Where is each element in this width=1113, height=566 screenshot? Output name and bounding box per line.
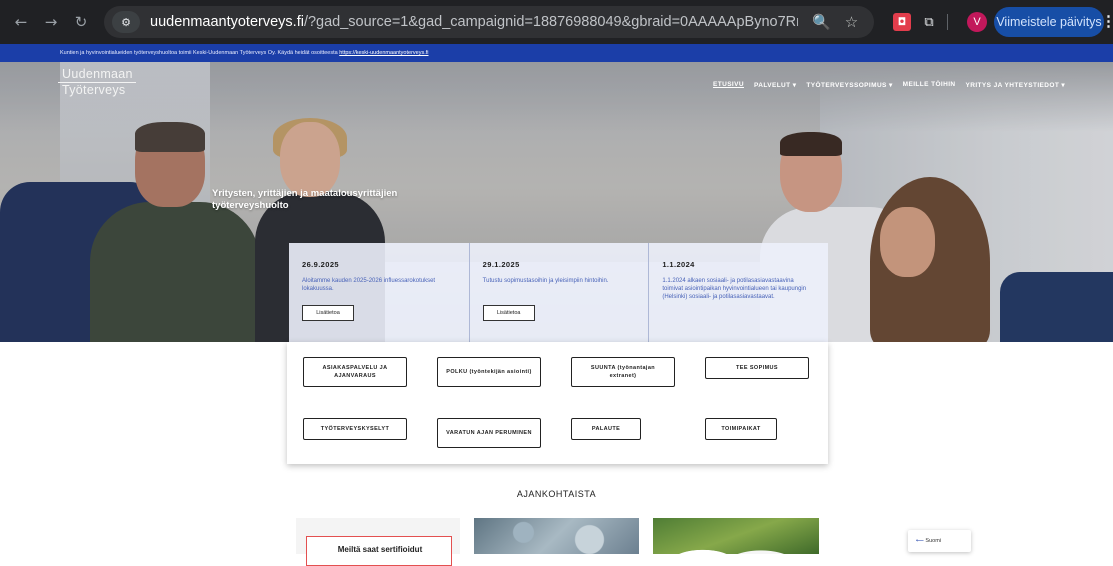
- notice-bar: Kuntien ja hyvinvointialueiden työtervey…: [0, 44, 1113, 62]
- news-text: 1.1.2024 alkaen sosiaali- ja potilasasia…: [662, 278, 807, 300]
- nav-item-palvelut[interactable]: PALVELUT ▾: [754, 81, 796, 89]
- language-selector[interactable]: ⟵ Suomi: [908, 530, 971, 552]
- url-host: uudenmaantyoterveys.fi: [150, 14, 304, 30]
- forward-icon[interactable]: →: [36, 13, 66, 31]
- service-links-panel: ASIAKASPALVELU JA AJANVARAUS POLKU (työn…: [287, 342, 828, 464]
- toimipaikat-button[interactable]: TOIMIPAIKAT: [705, 418, 777, 440]
- section-title: AJANKOHTAISTA: [516, 489, 597, 499]
- news-more-button[interactable]: Lisätietoa: [302, 305, 354, 321]
- pocket-extension-icon[interactable]: ◘: [893, 13, 911, 31]
- news-text: Aloitamme kauden 2025-2026 influessaroko…: [302, 278, 436, 292]
- tile-certified-text: Meiltä saat sertifioidut: [337, 545, 423, 554]
- suunta-button[interactable]: SUUNTA (työnantajan extranet): [571, 357, 675, 387]
- news-panel: 26.9.2025 Aloitamme kauden 2025-2026 inf…: [289, 243, 828, 342]
- tile-certified-box: Meiltä saat sertifioidut: [306, 536, 452, 566]
- extensions-puzzle-icon[interactable]: ⧉: [920, 13, 938, 31]
- back-icon[interactable]: ←: [6, 13, 36, 31]
- news-card: 26.9.2025 Aloitamme kauden 2025-2026 inf…: [289, 243, 469, 342]
- tile-certified[interactable]: Meiltä saat sertifioidut: [296, 518, 460, 566]
- url-path: /?gad_source=1&gad_campaignid=1887698804…: [303, 14, 798, 30]
- nav-item-tyoterveyssopimus[interactable]: TYÖTERVEYSSOPIMUS ▾: [806, 81, 892, 89]
- tee-sopimus-button[interactable]: TEE SOPIMUS: [705, 357, 809, 379]
- notice-text: Kuntien ja hyvinvointialueiden työtervey…: [60, 50, 340, 56]
- url-text[interactable]: uudenmaantyoterveys.fi/?gad_source=1&gad…: [150, 14, 798, 30]
- browser-toolbar: ← → ↻ ⚙ uudenmaantyoterveys.fi/?gad_sour…: [0, 0, 1113, 44]
- bookmark-star-icon[interactable]: ☆: [845, 13, 858, 31]
- reload-icon[interactable]: ↻: [66, 13, 96, 31]
- browser-menu-icon[interactable]: ⋮: [1101, 12, 1113, 30]
- tyoterveyskyselyt-button[interactable]: TYÖTERVEYSKYSELYT: [303, 418, 407, 440]
- news-card: 1.1.2024 1.1.2024 alkaen sosiaali- ja po…: [648, 243, 828, 342]
- language-label: Suomi: [925, 538, 942, 544]
- news-date: 1.1.2024: [662, 260, 695, 269]
- tile-image-daisy[interactable]: [653, 518, 819, 554]
- news-text: Tutustu sopimustasoihin ja yleisimpiin h…: [482, 278, 609, 284]
- main-navigation: ETUSIVU PALVELUT ▾ TYÖTERVEYSSOPIMUS ▾ M…: [713, 81, 1065, 89]
- asiakaspalvelu-button[interactable]: ASIAKASPALVELU JA AJANVARAUS: [303, 357, 407, 387]
- site-info-icon[interactable]: ⚙: [112, 11, 140, 33]
- tile-image-bokeh[interactable]: [474, 518, 639, 554]
- zoom-icon[interactable]: 🔍: [812, 13, 831, 31]
- polku-button[interactable]: POLKU (työntekijän asiointi): [437, 357, 541, 387]
- news-more-button[interactable]: Lisätietoa: [482, 305, 535, 321]
- varatun-ajan-peruminen-button[interactable]: VARATUN AJAN PERUMINEN: [437, 418, 541, 448]
- notice-link[interactable]: https://keski-uudenmaantyoterveys.fi: [339, 50, 428, 56]
- news-date: 26.9.2025: [302, 260, 339, 269]
- toolbar-divider: [947, 14, 948, 30]
- profile-avatar[interactable]: V: [967, 12, 987, 32]
- site-logo[interactable]: Uudenmaan Työterveys: [58, 67, 136, 97]
- nav-item-yritys-ja-yhteystiedot[interactable]: YRITYS JA YHTEYSTIEDOT ▾: [966, 81, 1066, 89]
- logo-line-1: Uudenmaan: [62, 67, 133, 81]
- address-bar[interactable]: ⚙ uudenmaantyoterveys.fi/?gad_source=1&g…: [104, 6, 874, 38]
- nav-item-meille-toihin[interactable]: MEILLE TÖIHIN: [903, 81, 956, 89]
- language-arrow-icon: ⟵: [916, 538, 924, 544]
- news-date: 29.1.2025: [482, 260, 520, 269]
- palaute-button[interactable]: PALAUTE: [571, 418, 641, 440]
- logo-line-2: Työterveys: [62, 83, 126, 97]
- hero-title: Yritysten, yrittäjien ja maatalousyrittä…: [212, 188, 398, 211]
- update-button[interactable]: Viimeistele päivitys: [994, 7, 1104, 37]
- nav-item-etusivu[interactable]: ETUSIVU: [713, 81, 744, 89]
- news-card: 29.1.2025 Tutustu sopimustasoihin ja yle…: [468, 243, 649, 342]
